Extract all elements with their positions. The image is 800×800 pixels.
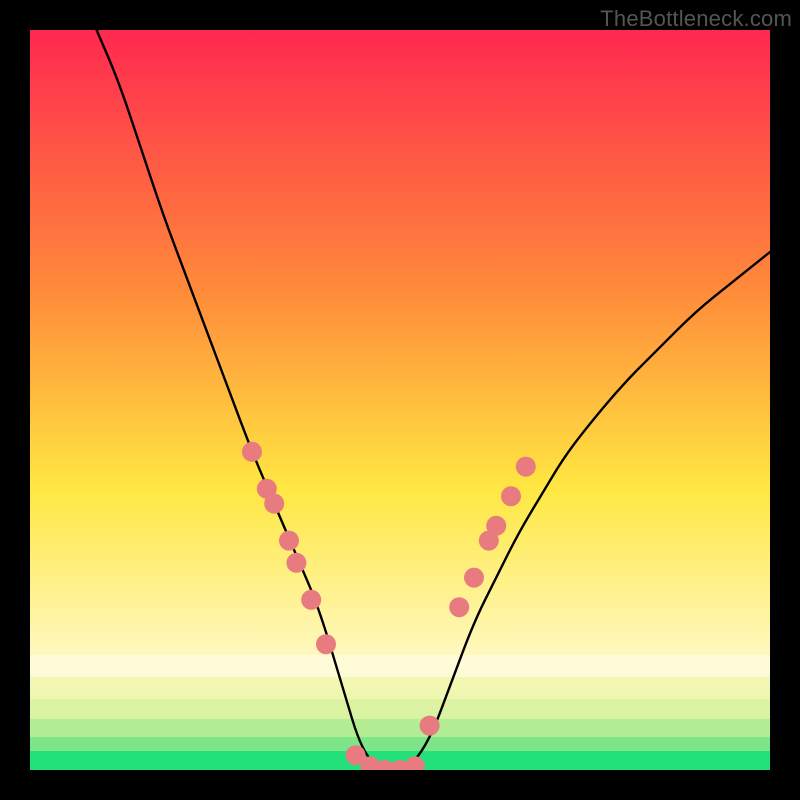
watermark-text: TheBottleneck.com [600,6,792,32]
marker-point [264,494,284,514]
marker-point [501,486,521,506]
marker-point [242,442,262,462]
marker-point [316,634,336,654]
chart-frame [30,30,770,770]
marker-point [279,531,299,551]
marker-point [420,716,440,736]
pale-band-5 [30,737,770,751]
pale-band-1 [30,655,770,677]
marker-point [486,516,506,536]
bottleneck-chart [30,30,770,770]
marker-point [286,553,306,573]
marker-point [516,457,536,477]
marker-point [301,590,321,610]
pale-band-3 [30,699,770,719]
pale-band-2 [30,677,770,699]
pale-band-4 [30,719,770,737]
marker-point [464,568,484,588]
marker-point [449,597,469,617]
